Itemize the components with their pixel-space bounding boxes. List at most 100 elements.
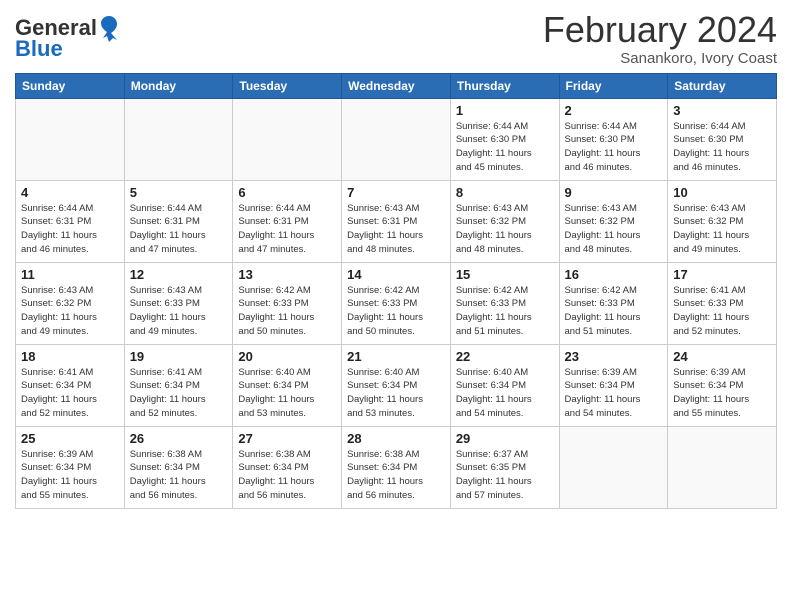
day-cell	[559, 426, 668, 508]
day-info: Sunrise: 6:42 AM Sunset: 6:33 PM Dayligh…	[347, 284, 445, 339]
day-info: Sunrise: 6:42 AM Sunset: 6:33 PM Dayligh…	[565, 284, 663, 339]
day-number: 18	[21, 349, 119, 364]
day-number: 5	[130, 185, 228, 200]
day-number: 19	[130, 349, 228, 364]
day-number: 20	[238, 349, 336, 364]
day-number: 29	[456, 431, 554, 446]
calendar-body: 1 Sunrise: 6:44 AM Sunset: 6:30 PM Daylig…	[16, 98, 777, 508]
day-number: 8	[456, 185, 554, 200]
header-cell: Wednesday	[342, 73, 451, 98]
day-cell	[124, 98, 233, 180]
header-cell: Monday	[124, 73, 233, 98]
day-number: 28	[347, 431, 445, 446]
day-number: 22	[456, 349, 554, 364]
day-cell: 4 Sunrise: 6:44 AM Sunset: 6:31 PM Daylig…	[16, 180, 125, 262]
header-cell: Tuesday	[233, 73, 342, 98]
day-info: Sunrise: 6:43 AM Sunset: 6:32 PM Dayligh…	[565, 202, 663, 257]
day-cell: 16 Sunrise: 6:42 AM Sunset: 6:33 PM Dayli…	[559, 262, 668, 344]
day-number: 13	[238, 267, 336, 282]
day-info: Sunrise: 6:42 AM Sunset: 6:33 PM Dayligh…	[456, 284, 554, 339]
logo: General Blue	[15, 10, 119, 60]
logo-bird-icon	[99, 14, 119, 42]
day-cell: 11Sunrise: 6:43 AM Sunset: 6:32 PM Dayli…	[16, 262, 125, 344]
day-cell: 6 Sunrise: 6:44 AM Sunset: 6:31 PM Daylig…	[233, 180, 342, 262]
calendar: SundayMondayTuesdayWednesdayThursdayFrid…	[15, 73, 777, 509]
day-cell: 9 Sunrise: 6:43 AM Sunset: 6:32 PM Daylig…	[559, 180, 668, 262]
day-cell: 5 Sunrise: 6:44 AM Sunset: 6:31 PM Daylig…	[124, 180, 233, 262]
header-cell: Saturday	[668, 73, 777, 98]
day-cell	[668, 426, 777, 508]
day-info: Sunrise: 6:44 AM Sunset: 6:31 PM Dayligh…	[130, 202, 228, 257]
header-cell: Sunday	[16, 73, 125, 98]
day-cell: 24 Sunrise: 6:39 AM Sunset: 6:34 PM Dayli…	[668, 344, 777, 426]
day-cell: 21Sunrise: 6:40 AM Sunset: 6:34 PM Dayli…	[342, 344, 451, 426]
day-info: Sunrise: 6:37 AM Sunset: 6:35 PM Dayligh…	[456, 448, 554, 503]
day-info: Sunrise: 6:44 AM Sunset: 6:31 PM Dayligh…	[21, 202, 119, 257]
day-cell: 25Sunrise: 6:39 AM Sunset: 6:34 PM Dayli…	[16, 426, 125, 508]
day-number: 1	[456, 103, 554, 118]
day-info: Sunrise: 6:39 AM Sunset: 6:34 PM Dayligh…	[565, 366, 663, 421]
day-info: Sunrise: 6:41 AM Sunset: 6:33 PM Dayligh…	[673, 284, 771, 339]
day-info: Sunrise: 6:41 AM Sunset: 6:34 PM Dayligh…	[21, 366, 119, 421]
day-number: 15	[456, 267, 554, 282]
day-info: Sunrise: 6:39 AM Sunset: 6:34 PM Dayligh…	[21, 448, 119, 503]
day-number: 4	[21, 185, 119, 200]
day-cell	[233, 98, 342, 180]
header-cell: Thursday	[450, 73, 559, 98]
day-info: Sunrise: 6:38 AM Sunset: 6:34 PM Dayligh…	[130, 448, 228, 503]
day-number: 23	[565, 349, 663, 364]
day-info: Sunrise: 6:43 AM Sunset: 6:32 PM Dayligh…	[456, 202, 554, 257]
day-cell: 28 Sunrise: 6:38 AM Sunset: 6:34 PM Dayli…	[342, 426, 451, 508]
day-cell: 26 Sunrise: 6:38 AM Sunset: 6:34 PM Dayli…	[124, 426, 233, 508]
day-info: Sunrise: 6:43 AM Sunset: 6:32 PM Dayligh…	[673, 202, 771, 257]
day-number: 9	[565, 185, 663, 200]
header-row: SundayMondayTuesdayWednesdayThursdayFrid…	[16, 73, 777, 98]
week-row: 1 Sunrise: 6:44 AM Sunset: 6:30 PM Daylig…	[16, 98, 777, 180]
calendar-header: SundayMondayTuesdayWednesdayThursdayFrid…	[16, 73, 777, 98]
day-cell: 19 Sunrise: 6:41 AM Sunset: 6:34 PM Dayli…	[124, 344, 233, 426]
day-info: Sunrise: 6:40 AM Sunset: 6:34 PM Dayligh…	[238, 366, 336, 421]
day-cell: 29 Sunrise: 6:37 AM Sunset: 6:35 PM Dayli…	[450, 426, 559, 508]
day-cell: 12 Sunrise: 6:43 AM Sunset: 6:33 PM Dayli…	[124, 262, 233, 344]
subtitle: Sanankoro, Ivory Coast	[543, 50, 777, 67]
day-info: Sunrise: 6:44 AM Sunset: 6:30 PM Dayligh…	[565, 120, 663, 175]
page: General Blue February 2024 Sanankoro, Iv…	[0, 0, 792, 519]
day-cell: 1Sunrise: 6:44 AM Sunset: 6:30 PM Daylig…	[450, 98, 559, 180]
day-cell: 20 Sunrise: 6:40 AM Sunset: 6:34 PM Dayli…	[233, 344, 342, 426]
day-info: Sunrise: 6:43 AM Sunset: 6:33 PM Dayligh…	[130, 284, 228, 339]
day-number: 6	[238, 185, 336, 200]
day-info: Sunrise: 6:38 AM Sunset: 6:34 PM Dayligh…	[238, 448, 336, 503]
week-row: 11Sunrise: 6:43 AM Sunset: 6:32 PM Dayli…	[16, 262, 777, 344]
day-info: Sunrise: 6:41 AM Sunset: 6:34 PM Dayligh…	[130, 366, 228, 421]
day-cell	[342, 98, 451, 180]
day-info: Sunrise: 6:43 AM Sunset: 6:32 PM Dayligh…	[21, 284, 119, 339]
day-info: Sunrise: 6:44 AM Sunset: 6:31 PM Dayligh…	[238, 202, 336, 257]
day-cell: 7 Sunrise: 6:43 AM Sunset: 6:31 PM Daylig…	[342, 180, 451, 262]
day-number: 14	[347, 267, 445, 282]
day-number: 7	[347, 185, 445, 200]
day-cell: 15 Sunrise: 6:42 AM Sunset: 6:33 PM Dayli…	[450, 262, 559, 344]
header: General Blue February 2024 Sanankoro, Iv…	[15, 10, 777, 67]
day-info: Sunrise: 6:43 AM Sunset: 6:31 PM Dayligh…	[347, 202, 445, 257]
day-cell: 23 Sunrise: 6:39 AM Sunset: 6:34 PM Dayli…	[559, 344, 668, 426]
day-cell: 27 Sunrise: 6:38 AM Sunset: 6:34 PM Dayli…	[233, 426, 342, 508]
day-number: 16	[565, 267, 663, 282]
month-title: February 2024	[543, 10, 777, 50]
day-info: Sunrise: 6:40 AM Sunset: 6:34 PM Dayligh…	[347, 366, 445, 421]
day-info: Sunrise: 6:39 AM Sunset: 6:34 PM Dayligh…	[673, 366, 771, 421]
day-cell: 17Sunrise: 6:41 AM Sunset: 6:33 PM Dayli…	[668, 262, 777, 344]
day-number: 3	[673, 103, 771, 118]
day-number: 24	[673, 349, 771, 364]
day-number: 26	[130, 431, 228, 446]
day-cell: 22 Sunrise: 6:40 AM Sunset: 6:34 PM Dayli…	[450, 344, 559, 426]
day-info: Sunrise: 6:40 AM Sunset: 6:34 PM Dayligh…	[456, 366, 554, 421]
day-number: 27	[238, 431, 336, 446]
day-cell: 8 Sunrise: 6:43 AM Sunset: 6:32 PM Daylig…	[450, 180, 559, 262]
title-block: February 2024 Sanankoro, Ivory Coast	[543, 10, 777, 67]
header-cell: Friday	[559, 73, 668, 98]
day-number: 12	[130, 267, 228, 282]
day-cell	[16, 98, 125, 180]
day-number: 10	[673, 185, 771, 200]
day-cell: 10 Sunrise: 6:43 AM Sunset: 6:32 PM Dayli…	[668, 180, 777, 262]
day-info: Sunrise: 6:38 AM Sunset: 6:34 PM Dayligh…	[347, 448, 445, 503]
